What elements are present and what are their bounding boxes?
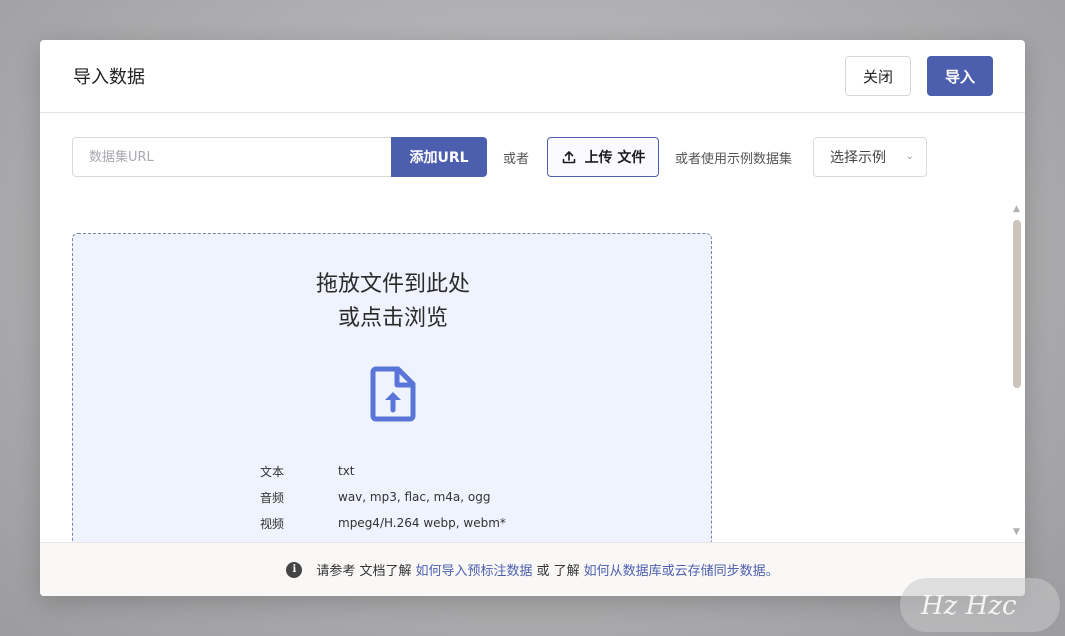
sample-dataset-select[interactable]: 选择示例 ⌄ — [813, 137, 927, 177]
dialog-header: 导入数据 关闭 导入 — [40, 40, 1025, 113]
close-button[interactable]: 关闭 — [845, 56, 911, 96]
import-dialog: 导入数据 关闭 导入 添加URL 或者 上传 文件 或者使用示例数据集 选择示例… — [40, 40, 1025, 596]
chevron-down-icon: ⌄ — [905, 151, 914, 162]
svg-text:Hz Hzc: Hz Hzc — [920, 591, 1017, 621]
footer-prefix: 请参考 文档了解 — [316, 564, 412, 579]
watermark-logo: Hz Hzc — [900, 578, 1060, 632]
dialog-title: 导入数据 — [73, 67, 145, 88]
dialog-footer: i 请参考 文档了解 如何导入预标注数据 或 了解 如何从数据库或云存储同步数据… — [40, 542, 1025, 596]
or-text: 或者 — [503, 152, 530, 167]
format-row: 音频 wav, mp3, flac, m4a, ogg — [260, 490, 491, 505]
file-upload-icon — [370, 366, 416, 422]
import-preannotated-link[interactable]: 如何导入预标注数据 — [415, 560, 532, 579]
footer-middle: 或 了解 — [536, 564, 580, 579]
scrollbar-thumb[interactable] — [1013, 220, 1021, 388]
upload-file-label: 上传 文件 — [584, 150, 646, 166]
info-icon: i — [286, 561, 303, 578]
add-url-button[interactable]: 添加URL — [391, 137, 487, 177]
dropzone-title-line2: 或点击浏览 — [337, 306, 448, 331]
upload-icon — [562, 151, 575, 164]
import-toolbar: 添加URL 或者 上传 文件 或者使用示例数据集 选择示例 ⌄ — [40, 113, 1025, 193]
format-row: 视频 mpeg4/H.264 webp, webm* — [260, 516, 506, 531]
dataset-url-input[interactable] — [72, 137, 392, 177]
sync-storage-link[interactable]: 如何从数据库或云存储同步数据。 — [584, 560, 779, 579]
or-sample-text: 或者使用示例数据集 — [675, 152, 793, 167]
dropzone-title: 拖放文件到此处 或点击浏览 — [73, 268, 713, 336]
dropzone-title-line1: 拖放文件到此处 — [315, 272, 470, 297]
format-row: 文本 txt — [260, 464, 355, 479]
file-dropzone[interactable]: 拖放文件到此处 或点击浏览 文本 txt 音频 wav, mp3, flac, … — [72, 233, 712, 563]
supported-formats: 文本 txt 音频 wav, mp3, flac, m4a, ogg 视频 mp… — [260, 458, 506, 536]
upload-file-button[interactable]: 上传 文件 — [547, 137, 659, 177]
import-button[interactable]: 导入 — [927, 56, 993, 96]
scroll-up-arrow-icon[interactable]: ▲ — [1013, 204, 1020, 214]
watermark-glyph: Hz Hzc — [920, 591, 1017, 621]
scroll-down-arrow-icon[interactable]: ▼ — [1013, 527, 1020, 537]
sample-select-value: 选择示例 — [830, 150, 886, 166]
